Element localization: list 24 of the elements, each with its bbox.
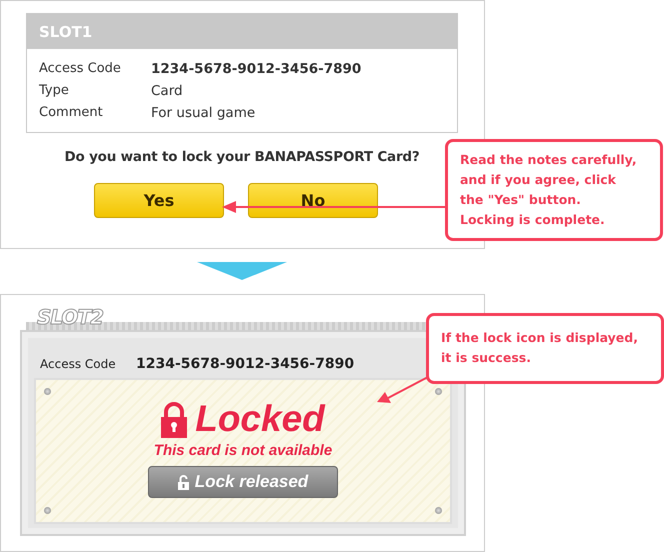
field-label: Type <box>39 82 70 100</box>
lock-icon <box>161 402 188 438</box>
field-label: Comment <box>39 104 104 122</box>
unlock-icon <box>178 474 189 490</box>
field-value: Card <box>151 82 183 101</box>
rivet-icon <box>435 388 442 395</box>
down-arrow-icon <box>197 262 287 280</box>
no-button[interactable]: No <box>248 183 378 218</box>
field-value: 1234-5678-9012-3456-7890 <box>151 60 362 79</box>
status-text: Locked <box>195 400 325 438</box>
question-text: Do you want to lock your BANAPASSPORT Card? <box>63 148 421 167</box>
rivet-icon <box>44 388 51 395</box>
callout-note: If the lock icon is displayed, it is success. <box>426 313 664 384</box>
callout-note: Read the notes carefully, and if you agree, click the "Yes" button. Locking is complete. <box>445 139 663 241</box>
rivet-icon <box>435 507 442 514</box>
field-value: For usual game <box>151 104 256 123</box>
field-label: Access Code <box>40 356 117 373</box>
rivet-icon <box>44 507 51 514</box>
field-label: Access Code <box>39 60 122 78</box>
yes-button[interactable]: Yes <box>94 183 224 218</box>
leader-line <box>377 376 428 403</box>
status-message: This card is not available <box>154 442 332 460</box>
slot-title: SLOT2 <box>37 304 103 331</box>
field-value: 1234-5678-9012-3456-7890 <box>136 354 354 374</box>
